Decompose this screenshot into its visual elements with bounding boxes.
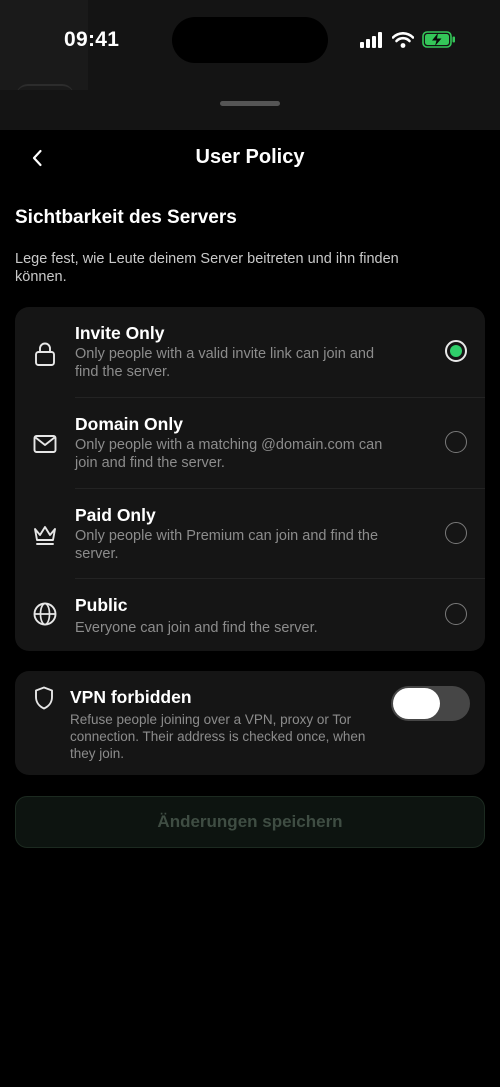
section-title: Sichtbarkeit des Servers — [15, 207, 237, 228]
radio-selected[interactable] — [445, 340, 467, 362]
shield-icon — [35, 686, 53, 710]
visibility-options-card: Invite Only Only people with a valid inv… — [15, 307, 485, 651]
option-description: Everyone can join and find the server. — [75, 620, 318, 636]
radio-unselected[interactable] — [445, 603, 467, 625]
cellular-signal-icon — [360, 31, 382, 48]
section-description: Lege fest, wie Leute deinem Server beitr… — [15, 251, 399, 285]
radio-unselected[interactable] — [445, 522, 467, 544]
option-public[interactable]: Public Everyone can join and find the se… — [15, 579, 485, 651]
system-icons — [360, 31, 456, 48]
vpn-description: Refuse people joining over a VPN, proxy … — [70, 712, 366, 761]
option-label: Paid Only — [75, 505, 156, 525]
option-description: Only people with a matching @domain.com … — [75, 437, 383, 471]
sheet-grabber[interactable] — [220, 101, 280, 106]
status-time: 09:41 — [64, 28, 120, 51]
dynamic-island — [172, 17, 328, 63]
radio-unselected[interactable] — [445, 431, 467, 453]
page-title: User Policy — [195, 146, 305, 168]
save-changes-button[interactable]: Änderungen speichern — [15, 796, 485, 848]
option-paid-only[interactable]: Paid Only Only people with Premium can j… — [15, 489, 485, 579]
vpn-label: VPN forbidden — [70, 687, 192, 707]
lock-icon — [35, 342, 55, 366]
vpn-toggle[interactable] — [391, 686, 470, 721]
envelope-icon — [33, 435, 57, 453]
crown-icon — [34, 526, 56, 545]
battery-charging-icon — [422, 31, 455, 48]
option-description: Only people with Premium can join and fi… — [75, 528, 379, 562]
vpn-forbidden-card: VPN forbidden Refuse people joining over… — [15, 671, 485, 775]
globe-icon — [33, 602, 57, 626]
sheet-header — [0, 90, 500, 130]
option-label: Invite Only — [75, 323, 165, 343]
option-label: Public — [75, 595, 128, 615]
toggle-knob — [393, 688, 440, 719]
status-bar: 09:41 — [0, 0, 500, 90]
option-description: Only people with a valid invite link can… — [75, 346, 375, 380]
option-domain-only[interactable]: Domain Only Only people with a matching … — [15, 398, 485, 488]
wifi-icon — [392, 31, 414, 48]
option-label: Domain Only — [75, 414, 183, 434]
navigation-bar: User Policy — [0, 130, 500, 186]
option-invite-only[interactable]: Invite Only Only people with a valid inv… — [15, 307, 485, 397]
